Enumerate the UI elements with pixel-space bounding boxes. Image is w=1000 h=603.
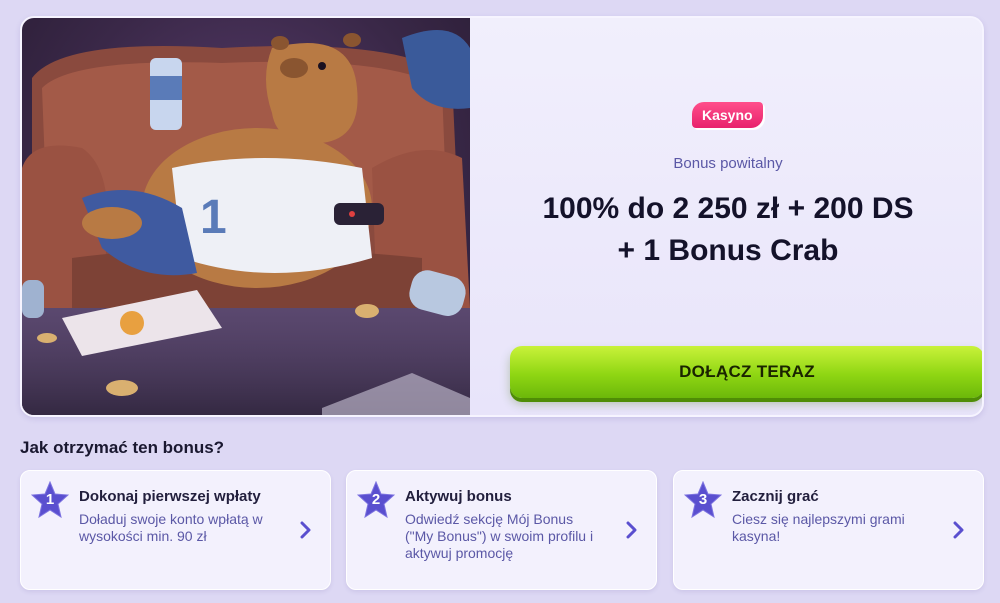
step-description: Doładuj swoje konto wpłatą w wysokości m… [79, 511, 263, 544]
bonus-subtitle: Bonus powitalny [673, 155, 783, 172]
bonus-title: 100% do 2 250 zł + 200 DS + 1 Bonus Crab [470, 188, 982, 272]
step-title: Aktywuj bonus [405, 488, 512, 505]
step-card-play[interactable]: 3 Zacznij grać Ciesz się najlepszymi gra… [673, 470, 984, 590]
step-title: Dokonaj pierwszej wpłaty [79, 488, 261, 505]
bonus-title-line-2: + 1 Bonus Crab [617, 234, 839, 267]
how-to-get-bonus-heading: Jak otrzymać ten bonus? [20, 438, 225, 457]
join-now-button[interactable]: DOŁĄCZ TERAZ [510, 346, 982, 398]
hero-image: 1 [22, 18, 470, 415]
step-card-activate[interactable]: 2 Aktywuj bonus Odwiedź sekcję Mój Bonus… [346, 470, 657, 590]
step-number-star-icon: 2 [356, 480, 396, 519]
chevron-right-icon[interactable] [298, 521, 312, 539]
step-number: 1 [45, 491, 55, 508]
step-description: Ciesz się najlepszymi grami kasyna! [732, 511, 905, 544]
bonus-info-panel: Kasyno Bonus powitalny 100% do 2 250 zł … [470, 18, 982, 415]
svg-text:1: 1 [200, 191, 227, 244]
step-title: Zacznij grać [732, 488, 819, 505]
chevron-right-icon[interactable] [951, 521, 965, 539]
step-number: 3 [698, 491, 708, 508]
bonus-title-line-1: 100% do 2 250 zł + 200 DS [542, 192, 914, 225]
capybara-illustration: 1 [22, 30, 470, 415]
step-number-star-icon: 1 [30, 480, 70, 519]
casino-badge: Kasyno [692, 102, 763, 128]
welcome-bonus-card: 1 Kasyno Bonus powitalny 100% do 2 250 z… [20, 16, 984, 417]
step-card-deposit[interactable]: 1 Dokonaj pierwszej wpłaty Doładuj swoje… [20, 470, 331, 590]
step-description: Odwiedź sekcję Mój Bonus ("My Bonus") w … [405, 511, 594, 561]
step-number-star-icon: 3 [683, 480, 723, 519]
step-number: 2 [371, 491, 381, 508]
chevron-right-icon[interactable] [624, 521, 638, 539]
